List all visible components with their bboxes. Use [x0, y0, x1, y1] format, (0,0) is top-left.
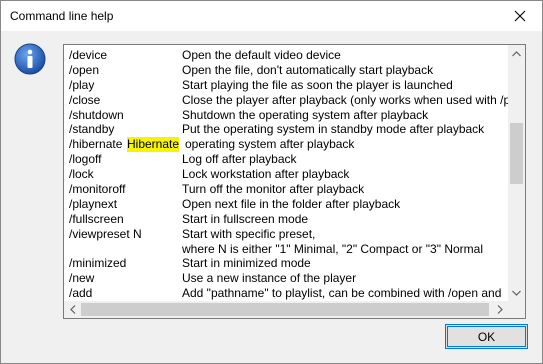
command-description: Open the file, don't automatically start…: [182, 62, 434, 77]
scroll-down-button[interactable]: [508, 284, 525, 301]
command-switch: /shutdown: [69, 107, 124, 122]
chevron-right-icon: [497, 305, 503, 314]
command-description: Turn off the monitor after playback: [182, 182, 365, 197]
command-description: Open next file in the folder after playb…: [182, 196, 401, 211]
command-switch: /play: [69, 77, 95, 92]
command-description: operating system after playback: [185, 137, 355, 152]
command-description: Start with specific preset,: [182, 226, 316, 241]
chevron-left-icon: [69, 305, 75, 314]
horizontal-scrollbar[interactable]: [64, 301, 508, 318]
scroll-right-button[interactable]: [491, 301, 508, 318]
command-description: Start playing the file as soon the playe…: [182, 77, 453, 92]
command-switch: /lock: [69, 167, 94, 182]
command-description: Start in fullscreen mode: [182, 211, 309, 226]
command-description: Use a new instance of the player: [182, 271, 357, 286]
command-description: Open the default video device: [182, 48, 341, 62]
command-switch: /standby: [69, 122, 115, 137]
ok-button[interactable]: OK: [445, 324, 528, 349]
command-switch: /playnext: [69, 196, 118, 211]
command-description: Close the player after playback (only wo…: [182, 92, 511, 107]
horizontal-scroll-thumb[interactable]: [81, 303, 489, 316]
command-switch: /viewpreset N: [69, 226, 142, 241]
close-icon: [514, 10, 526, 22]
vertical-scroll-thumb[interactable]: [510, 123, 523, 184]
command-description: Put the operating system in standby mode…: [182, 122, 485, 137]
scroll-left-button[interactable]: [64, 301, 81, 318]
highlighted-text: Hibernate: [127, 137, 180, 153]
info-icon: [14, 43, 46, 75]
help-text-box[interactable]: /device Open the default video device/ope…: [63, 44, 526, 319]
command-switch: /minimized: [69, 256, 127, 271]
command-line-help-dialog: Command line help /device Open the defaul…: [0, 0, 543, 364]
chevron-up-icon: [512, 50, 521, 56]
window-title: Command line help: [10, 9, 114, 23]
scrollbar-corner: [508, 301, 525, 318]
command-description: Log off after playback: [182, 152, 297, 167]
command-switch: /hibernate: [69, 137, 123, 152]
close-button[interactable]: [498, 1, 542, 31]
chevron-down-icon: [512, 290, 521, 296]
command-description: Start in minimized mode: [182, 256, 311, 271]
command-switch: /close: [69, 92, 101, 107]
command-switch: /logoff: [69, 152, 102, 167]
command-switch: /add: [69, 286, 93, 301]
command-description: Add "pathname" to playlist, can be combi…: [182, 286, 502, 301]
title-bar: Command line help: [1, 1, 542, 31]
command-description: Shutdown the operating system after play…: [182, 107, 429, 122]
command-switch: /open: [69, 62, 100, 77]
command-description: Lock workstation after playback: [182, 167, 350, 182]
command-switch: /device: [69, 48, 108, 62]
vertical-scrollbar[interactable]: [508, 45, 525, 301]
command-switch: /fullscreen: [69, 211, 124, 226]
scroll-up-button[interactable]: [508, 45, 525, 62]
command-description: where N is either "1" Minimal, "2" Compa…: [182, 241, 483, 256]
command-switch: /monitoroff: [69, 182, 126, 197]
command-switch: /new: [69, 271, 95, 286]
